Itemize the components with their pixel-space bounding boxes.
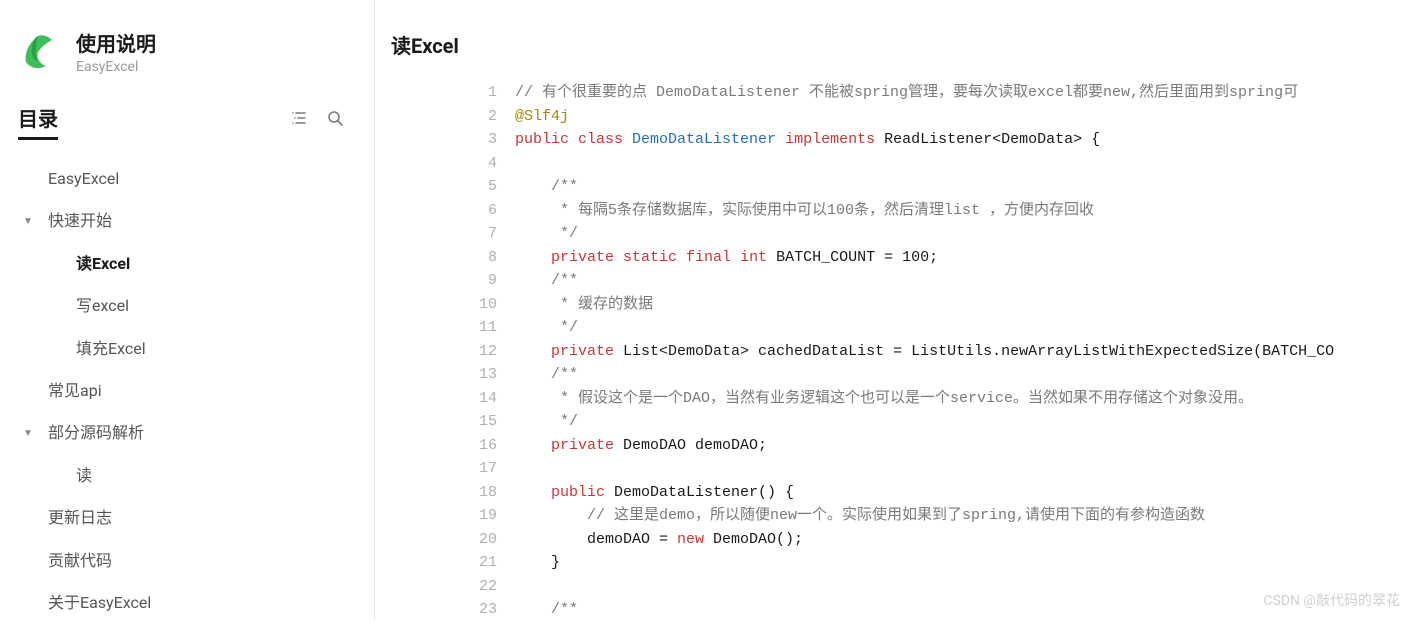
page-title: 读Excel [375,0,1412,81]
nav-item-label: 更新日志 [48,507,356,529]
line-number: 15 [465,410,497,434]
nav-item[interactable]: 写excel [0,285,374,327]
code-line: /** [515,269,1412,293]
nav-item[interactable]: 读 [0,455,374,497]
code-line: /** [515,363,1412,387]
line-number: 3 [465,128,497,152]
code-line: } [515,551,1412,575]
code-line: */ [515,316,1412,340]
nav-item[interactable]: 常见api [0,370,374,412]
code-line: */ [515,410,1412,434]
line-number: 14 [465,387,497,411]
nav-item-label: 常见api [48,380,356,402]
code-line: // 有个很重要的点 DemoDataListener 不能被spring管理，… [515,81,1412,105]
nav-item-label: 快速开始 [48,210,356,232]
line-number: 4 [465,152,497,176]
nav-item-label: 填充Excel [76,338,356,360]
line-number: 12 [465,340,497,364]
code-line: /** [515,598,1412,620]
code-line: private List<DemoData> cachedDataList = … [515,340,1412,364]
code-line: public class DemoDataListener implements… [515,128,1412,152]
outline-toggle-icon[interactable] [290,109,308,127]
code-content: // 有个很重要的点 DemoDataListener 不能被spring管理，… [515,81,1412,620]
line-number: 20 [465,528,497,552]
nav-item[interactable]: EasyExcel [0,158,374,200]
nav-item[interactable]: ▼ 部分源码解析 [0,412,374,454]
nav-item-label: EasyExcel [48,168,356,190]
line-number: 19 [465,504,497,528]
nav-item[interactable]: 关于EasyExcel [0,582,374,624]
line-number: 13 [465,363,497,387]
line-number: 23 [465,598,497,620]
code-line: demoDAO = new DemoDAO(); [515,528,1412,552]
code-line: private DemoDAO demoDAO; [515,434,1412,458]
line-number: 7 [465,222,497,246]
code-line: * 假设这个是一个DAO，当然有业务逻辑这个也可以是一个service。当然如果… [515,387,1412,411]
nav-item[interactable]: 更新日志 [0,497,374,539]
caret-down-icon: ▼ [18,427,38,441]
line-number: 1 [465,81,497,105]
nav-item-label: 写excel [76,295,356,317]
brand-title: 使用说明 [76,28,156,57]
line-number: 8 [465,246,497,270]
line-number: 6 [465,199,497,223]
nav-item[interactable]: ▼ 快速开始 [0,200,374,242]
code-line: */ [515,222,1412,246]
code-line [515,457,1412,481]
bird-logo-icon [18,32,58,72]
code-block: 1234567891011121314151617181920212223 //… [465,81,1412,620]
nav-item-label: 读 [76,465,356,487]
brand: 使用说明 EasyExcel [0,18,374,97]
nav-item[interactable]: 填充Excel [0,328,374,370]
code-line: * 每隔5条存储数据库，实际使用中可以100条，然后清理list ，方便内存回收 [515,199,1412,223]
nav-item[interactable]: 读Excel [0,243,374,285]
search-icon[interactable] [326,109,344,127]
code-line: public DemoDataListener() { [515,481,1412,505]
nav: EasyExcel ▼ 快速开始读Excel 写excel 填充Excel 常见api ▼ 部… [0,138,374,624]
line-number: 22 [465,575,497,599]
line-number: 2 [465,105,497,129]
line-number: 5 [465,175,497,199]
code-line: private static final int BATCH_COUNT = 1… [515,246,1412,270]
nav-item[interactable]: 贡献代码 [0,540,374,582]
caret-down-icon: ▼ [18,215,38,229]
code-line: /** [515,175,1412,199]
toc-header: 目录 [0,97,374,138]
toc-title: 目录 [18,107,58,140]
code-line [515,575,1412,599]
nav-item-label: 贡献代码 [48,550,356,572]
brand-subtitle: EasyExcel [76,59,156,75]
code-line: @Slf4j [515,105,1412,129]
nav-item-label: 关于EasyExcel [48,592,356,614]
code-line: // 这里是demo，所以随便new一个。实际使用如果到了spring,请使用下… [515,504,1412,528]
line-number: 16 [465,434,497,458]
line-number: 11 [465,316,497,340]
code-gutter: 1234567891011121314151617181920212223 [465,81,515,620]
line-number: 21 [465,551,497,575]
nav-item-label: 读Excel [76,253,356,275]
sidebar: 使用说明 EasyExcel 目录 [0,0,375,620]
line-number: 17 [465,457,497,481]
line-number: 10 [465,293,497,317]
code-line [515,152,1412,176]
code-line: * 缓存的数据 [515,293,1412,317]
line-number: 18 [465,481,497,505]
main: 读Excel 123456789101112131415161718192021… [375,0,1412,620]
line-number: 9 [465,269,497,293]
nav-item-label: 部分源码解析 [48,422,356,444]
